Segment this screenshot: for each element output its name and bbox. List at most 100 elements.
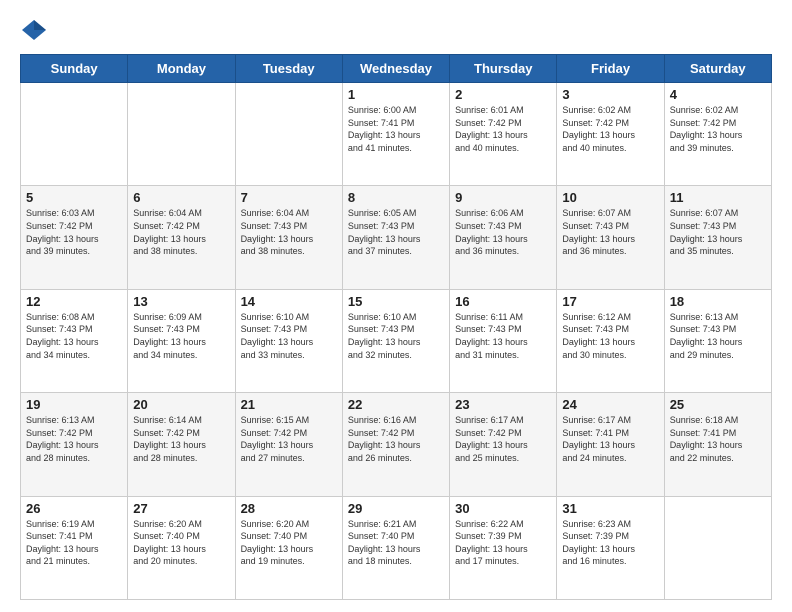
day-number: 18 <box>670 294 766 309</box>
calendar-week-row: 12 Sunrise: 6:08 AM Sunset: 7:43 PM Dayli… <box>21 289 772 392</box>
calendar-cell: 30Sunrise: 6:22 AM Sunset: 7:39 PM Dayli… <box>450 496 557 599</box>
calendar-cell: 7Sunrise: 6:04 AM Sunset: 7:43 PM Daylig… <box>235 186 342 289</box>
calendar-cell <box>128 83 235 186</box>
day-info: Sunrise: 6:14 AM Sunset: 7:42 PM Dayligh… <box>133 414 229 464</box>
calendar-body: 1 Sunrise: 6:00 AM Sunset: 7:41 PM Daylig… <box>21 83 772 600</box>
day-info: Sunrise: 6:03 AM Sunset: 7:42 PM Dayligh… <box>26 207 122 257</box>
day-info: Sunrise: 6:21 AM Sunset: 7:40 PM Dayligh… <box>348 518 444 568</box>
day-number: 14 <box>241 294 337 309</box>
calendar-table: SundayMondayTuesdayWednesdayThursdayFrid… <box>20 54 772 600</box>
page: SundayMondayTuesdayWednesdayThursdayFrid… <box>0 0 792 612</box>
day-info: Sunrise: 6:05 AM Sunset: 7:43 PM Dayligh… <box>348 207 444 257</box>
calendar-cell <box>235 83 342 186</box>
calendar-cell: 23Sunrise: 6:17 AM Sunset: 7:42 PM Dayli… <box>450 393 557 496</box>
day-number: 12 <box>26 294 122 309</box>
day-number: 1 <box>348 87 444 102</box>
day-number: 10 <box>562 190 658 205</box>
day-info: Sunrise: 6:13 AM Sunset: 7:42 PM Dayligh… <box>26 414 122 464</box>
calendar-cell <box>664 496 771 599</box>
weekday-header: Sunday <box>21 55 128 83</box>
day-number: 16 <box>455 294 551 309</box>
day-info: Sunrise: 6:18 AM Sunset: 7:41 PM Dayligh… <box>670 414 766 464</box>
day-info: Sunrise: 6:04 AM Sunset: 7:43 PM Dayligh… <box>241 207 337 257</box>
day-info: Sunrise: 6:04 AM Sunset: 7:42 PM Dayligh… <box>133 207 229 257</box>
day-number: 2 <box>455 87 551 102</box>
day-number: 30 <box>455 501 551 516</box>
day-number: 9 <box>455 190 551 205</box>
day-info: Sunrise: 6:20 AM Sunset: 7:40 PM Dayligh… <box>241 518 337 568</box>
calendar-cell: 20 Sunrise: 6:14 AM Sunset: 7:42 PM Dayli… <box>128 393 235 496</box>
day-info: Sunrise: 6:02 AM Sunset: 7:42 PM Dayligh… <box>562 104 658 154</box>
day-info: Sunrise: 6:17 AM Sunset: 7:41 PM Dayligh… <box>562 414 658 464</box>
calendar-cell: 22 Sunrise: 6:16 AM Sunset: 7:42 PM Dayli… <box>342 393 449 496</box>
day-number: 4 <box>670 87 766 102</box>
calendar-cell: 1 Sunrise: 6:00 AM Sunset: 7:41 PM Daylig… <box>342 83 449 186</box>
day-info: Sunrise: 6:06 AM Sunset: 7:43 PM Dayligh… <box>455 207 551 257</box>
day-number: 24 <box>562 397 658 412</box>
calendar-cell: 31 Sunrise: 6:23 AM Sunset: 7:39 PM Dayli… <box>557 496 664 599</box>
day-info: Sunrise: 6:00 AM Sunset: 7:41 PM Dayligh… <box>348 104 444 154</box>
calendar-cell: 10 Sunrise: 6:07 AM Sunset: 7:43 PM Dayli… <box>557 186 664 289</box>
calendar-cell: 21Sunrise: 6:15 AM Sunset: 7:42 PM Dayli… <box>235 393 342 496</box>
calendar-cell: 11Sunrise: 6:07 AM Sunset: 7:43 PM Dayli… <box>664 186 771 289</box>
day-info: Sunrise: 6:20 AM Sunset: 7:40 PM Dayligh… <box>133 518 229 568</box>
day-number: 28 <box>241 501 337 516</box>
day-number: 21 <box>241 397 337 412</box>
day-info: Sunrise: 6:13 AM Sunset: 7:43 PM Dayligh… <box>670 311 766 361</box>
calendar-cell: 15 Sunrise: 6:10 AM Sunset: 7:43 PM Dayli… <box>342 289 449 392</box>
calendar-cell: 4Sunrise: 6:02 AM Sunset: 7:42 PM Daylig… <box>664 83 771 186</box>
calendar-week-row: 1 Sunrise: 6:00 AM Sunset: 7:41 PM Daylig… <box>21 83 772 186</box>
calendar-cell: 6Sunrise: 6:04 AM Sunset: 7:42 PM Daylig… <box>128 186 235 289</box>
day-number: 15 <box>348 294 444 309</box>
weekday-header: Wednesday <box>342 55 449 83</box>
day-info: Sunrise: 6:23 AM Sunset: 7:39 PM Dayligh… <box>562 518 658 568</box>
header <box>20 16 772 44</box>
day-number: 17 <box>562 294 658 309</box>
day-info: Sunrise: 6:12 AM Sunset: 7:43 PM Dayligh… <box>562 311 658 361</box>
day-info: Sunrise: 6:09 AM Sunset: 7:43 PM Dayligh… <box>133 311 229 361</box>
calendar-cell: 27Sunrise: 6:20 AM Sunset: 7:40 PM Dayli… <box>128 496 235 599</box>
calendar-cell: 16 Sunrise: 6:11 AM Sunset: 7:43 PM Dayli… <box>450 289 557 392</box>
logo <box>20 16 52 44</box>
calendar-cell: 25 Sunrise: 6:18 AM Sunset: 7:41 PM Dayli… <box>664 393 771 496</box>
weekday-header: Friday <box>557 55 664 83</box>
day-number: 20 <box>133 397 229 412</box>
weekday-header: Tuesday <box>235 55 342 83</box>
day-info: Sunrise: 6:07 AM Sunset: 7:43 PM Dayligh… <box>670 207 766 257</box>
day-number: 26 <box>26 501 122 516</box>
calendar-cell <box>21 83 128 186</box>
day-info: Sunrise: 6:08 AM Sunset: 7:43 PM Dayligh… <box>26 311 122 361</box>
day-number: 31 <box>562 501 658 516</box>
calendar-week-row: 5 Sunrise: 6:03 AM Sunset: 7:42 PM Daylig… <box>21 186 772 289</box>
day-number: 13 <box>133 294 229 309</box>
calendar-cell: 12 Sunrise: 6:08 AM Sunset: 7:43 PM Dayli… <box>21 289 128 392</box>
calendar-header: SundayMondayTuesdayWednesdayThursdayFrid… <box>21 55 772 83</box>
calendar-cell: 2 Sunrise: 6:01 AM Sunset: 7:42 PM Daylig… <box>450 83 557 186</box>
logo-icon <box>20 16 48 44</box>
day-number: 22 <box>348 397 444 412</box>
calendar-week-row: 26 Sunrise: 6:19 AM Sunset: 7:41 PM Dayli… <box>21 496 772 599</box>
day-number: 3 <box>562 87 658 102</box>
day-number: 29 <box>348 501 444 516</box>
calendar-cell: 5 Sunrise: 6:03 AM Sunset: 7:42 PM Daylig… <box>21 186 128 289</box>
day-info: Sunrise: 6:07 AM Sunset: 7:43 PM Dayligh… <box>562 207 658 257</box>
day-info: Sunrise: 6:11 AM Sunset: 7:43 PM Dayligh… <box>455 311 551 361</box>
calendar-cell: 28 Sunrise: 6:20 AM Sunset: 7:40 PM Dayli… <box>235 496 342 599</box>
day-info: Sunrise: 6:10 AM Sunset: 7:43 PM Dayligh… <box>348 311 444 361</box>
day-info: Sunrise: 6:01 AM Sunset: 7:42 PM Dayligh… <box>455 104 551 154</box>
calendar-cell: 18 Sunrise: 6:13 AM Sunset: 7:43 PM Dayli… <box>664 289 771 392</box>
calendar-cell: 3 Sunrise: 6:02 AM Sunset: 7:42 PM Daylig… <box>557 83 664 186</box>
calendar-cell: 26 Sunrise: 6:19 AM Sunset: 7:41 PM Dayli… <box>21 496 128 599</box>
calendar-cell: 24 Sunrise: 6:17 AM Sunset: 7:41 PM Dayli… <box>557 393 664 496</box>
calendar-cell: 8 Sunrise: 6:05 AM Sunset: 7:43 PM Daylig… <box>342 186 449 289</box>
calendar-cell: 19Sunrise: 6:13 AM Sunset: 7:42 PM Dayli… <box>21 393 128 496</box>
day-info: Sunrise: 6:19 AM Sunset: 7:41 PM Dayligh… <box>26 518 122 568</box>
day-number: 8 <box>348 190 444 205</box>
day-number: 5 <box>26 190 122 205</box>
day-info: Sunrise: 6:17 AM Sunset: 7:42 PM Dayligh… <box>455 414 551 464</box>
day-info: Sunrise: 6:16 AM Sunset: 7:42 PM Dayligh… <box>348 414 444 464</box>
day-info: Sunrise: 6:10 AM Sunset: 7:43 PM Dayligh… <box>241 311 337 361</box>
calendar-week-row: 19Sunrise: 6:13 AM Sunset: 7:42 PM Dayli… <box>21 393 772 496</box>
weekday-header-row: SundayMondayTuesdayWednesdayThursdayFrid… <box>21 55 772 83</box>
day-number: 25 <box>670 397 766 412</box>
